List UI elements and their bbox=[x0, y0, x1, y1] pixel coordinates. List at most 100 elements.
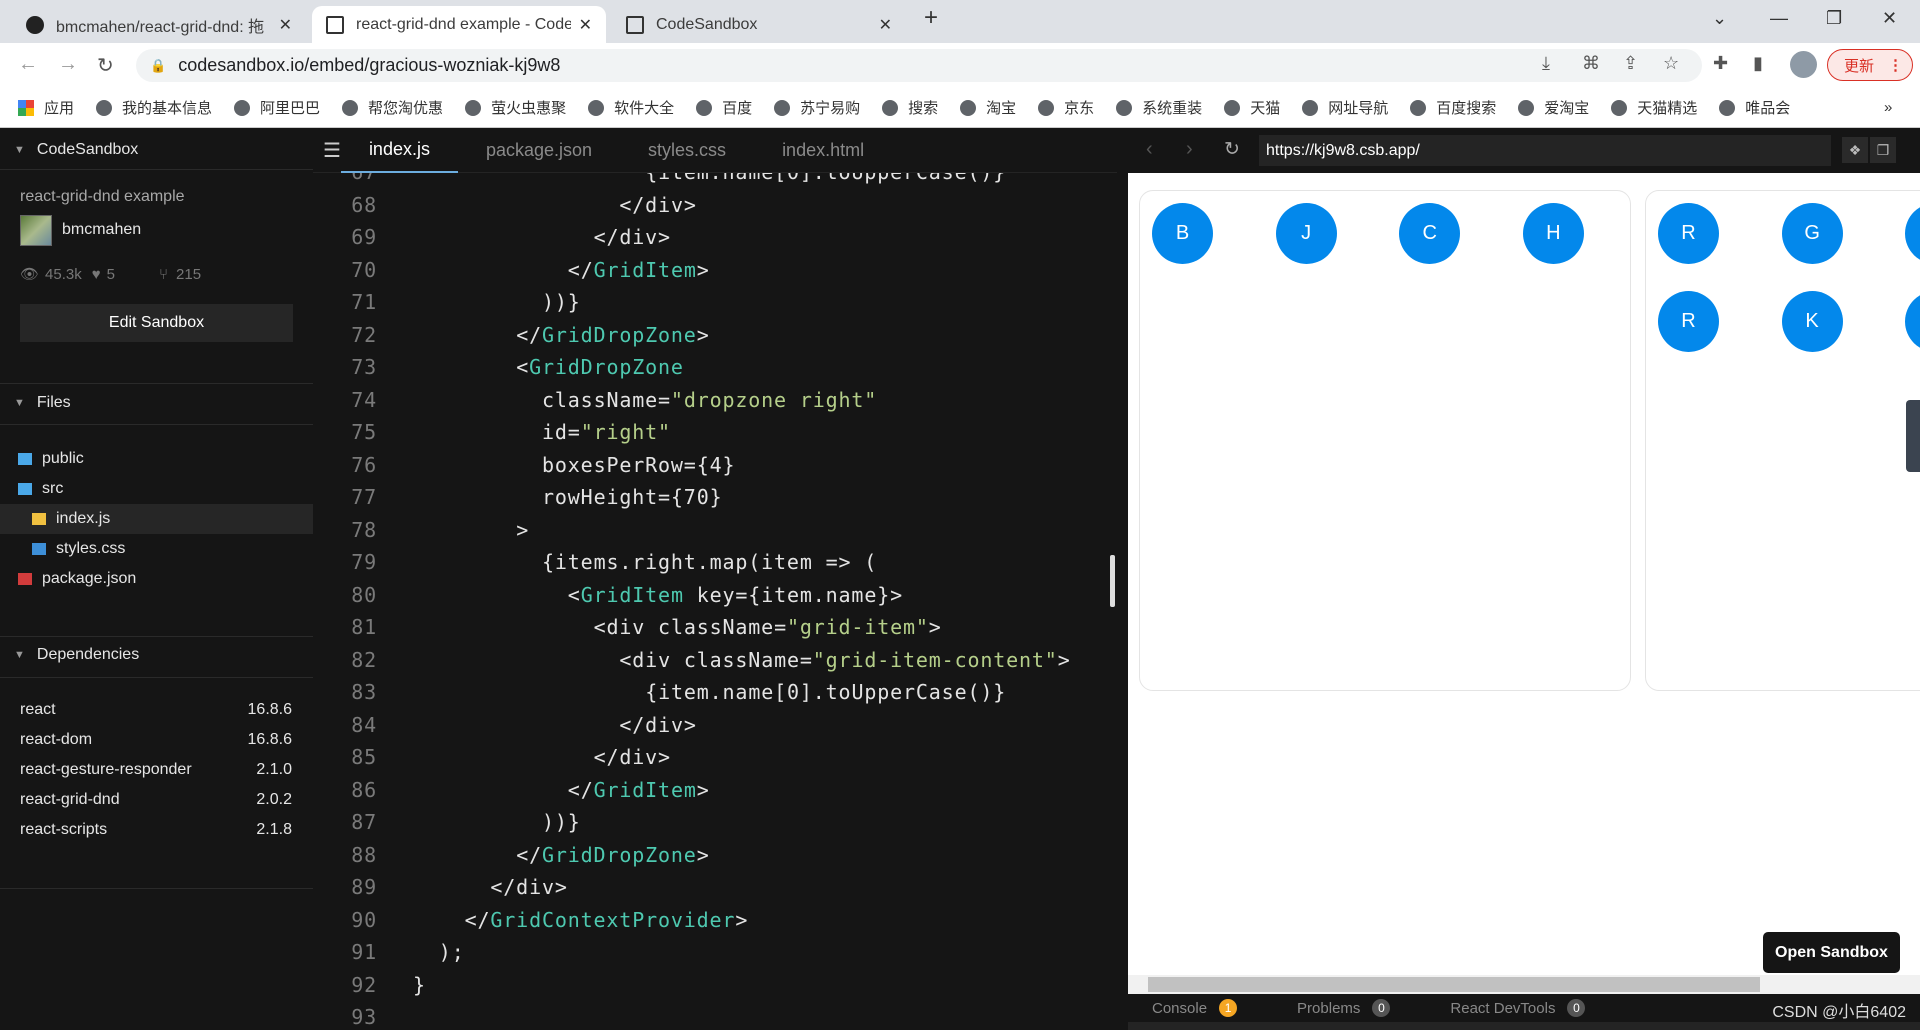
file-index-js[interactable]: index.js bbox=[0, 504, 313, 534]
update-button[interactable]: 更新 ⋮ bbox=[1827, 49, 1913, 81]
bookmark-item[interactable]: 我的基本信息 bbox=[96, 97, 212, 118]
grid-item[interactable] bbox=[1905, 203, 1920, 264]
minimize-button[interactable]: — bbox=[1770, 8, 1788, 29]
bookmark-item[interactable]: 系统重装 bbox=[1116, 97, 1202, 118]
grid-item[interactable] bbox=[1905, 291, 1920, 352]
reload-button[interactable]: ↻ bbox=[97, 53, 114, 78]
codesandbox-section-header[interactable]: ▼ CodeSandbox bbox=[0, 136, 313, 164]
browser-tab-sandbox-example[interactable]: react-grid-dnd example - Code ✕ bbox=[312, 6, 606, 43]
grid-item[interactable]: B bbox=[1152, 203, 1213, 264]
close-tab-icon[interactable]: ✕ bbox=[579, 15, 592, 35]
preview-forward-button[interactable]: › bbox=[1186, 138, 1193, 161]
code-token-tag: GridItem bbox=[593, 257, 697, 282]
new-tab-button[interactable]: + bbox=[924, 4, 938, 32]
codesandbox-logo-icon[interactable]: ❖ bbox=[1842, 137, 1868, 163]
dependency-row[interactable]: react-gesture-responder 2.1.0 bbox=[20, 761, 292, 779]
pane-resize-handle[interactable] bbox=[1110, 555, 1115, 607]
open-sandbox-button[interactable]: Open Sandbox bbox=[1763, 932, 1900, 973]
side-panel-icon[interactable]: ▮ bbox=[1753, 53, 1763, 74]
code-token-plain: < bbox=[567, 582, 581, 607]
grid-item[interactable]: K bbox=[1781, 291, 1843, 352]
code-line: 92} bbox=[313, 969, 1113, 1001]
close-window-button[interactable]: ✕ bbox=[1882, 8, 1897, 29]
file-styles-css[interactable]: styles.css bbox=[0, 534, 313, 564]
open-new-window-icon[interactable]: ❐ bbox=[1870, 137, 1896, 163]
bookmark-item[interactable]: 天猫精选 bbox=[1611, 97, 1697, 118]
preview-url-field[interactable]: https://kj9w8.csb.app/ bbox=[1259, 135, 1831, 166]
bookmark-item[interactable]: 京东 bbox=[1038, 97, 1094, 118]
bookmark-star-icon[interactable]: ☆ bbox=[1663, 53, 1679, 74]
bookmark-item[interactable]: 应用 bbox=[18, 97, 74, 118]
code-area[interactable]: 67{item.name[0].toUpperCase()}68</div>69… bbox=[313, 173, 1117, 1030]
code-text: ))} bbox=[542, 286, 581, 318]
restore-button[interactable]: ❐ bbox=[1826, 8, 1842, 29]
bookmark-item[interactable]: 淘宝 bbox=[960, 97, 1016, 118]
devtools-tab[interactable]: React DevTools 0 bbox=[1450, 999, 1586, 1017]
close-tab-icon[interactable]: ✕ bbox=[879, 15, 892, 35]
translate-icon[interactable]: ⌘ bbox=[1582, 53, 1600, 74]
file-package-json[interactable]: package.json bbox=[0, 564, 313, 594]
menu-icon[interactable]: ☰ bbox=[323, 138, 341, 163]
tab-search-chevron-icon[interactable]: ⌄ bbox=[1712, 8, 1727, 29]
bookmark-item[interactable]: 帮您淘优惠 bbox=[342, 97, 443, 118]
profile-avatar[interactable] bbox=[1790, 51, 1817, 78]
bookmark-item[interactable]: 网址导航 bbox=[1302, 97, 1388, 118]
grid-item[interactable]: G bbox=[1781, 203, 1843, 264]
dependencies-section-header[interactable]: ▼ Dependencies bbox=[0, 641, 313, 669]
bookmark-item[interactable]: 百度搜索 bbox=[1410, 97, 1496, 118]
bookmark-item[interactable]: 唯品会 bbox=[1719, 97, 1790, 118]
editor-tab[interactable]: index.js bbox=[340, 128, 458, 173]
preview-back-button[interactable]: ‹ bbox=[1146, 138, 1153, 161]
editor-tab[interactable]: package.json bbox=[458, 128, 620, 173]
dropzone-left[interactable]: B J CH bbox=[1139, 190, 1631, 691]
install-icon[interactable]: ⤓ bbox=[1542, 53, 1550, 74]
dropzone-right[interactable]: R G R K bbox=[1645, 190, 1920, 691]
file-src[interactable]: src bbox=[0, 474, 313, 504]
grid-item[interactable]: C bbox=[1399, 203, 1461, 264]
bookmark-item[interactable]: 萤火虫惠聚 bbox=[465, 97, 566, 118]
bookmark-item[interactable]: 天猫 bbox=[1224, 97, 1280, 118]
bookmark-item[interactable]: 阿里巴巴 bbox=[234, 97, 320, 118]
grid-item[interactable]: R bbox=[1658, 291, 1719, 352]
bookmark-item[interactable]: 百度 bbox=[696, 97, 752, 118]
line-number: 86 bbox=[351, 777, 377, 802]
back-button[interactable]: ← bbox=[18, 53, 38, 76]
dependency-row[interactable]: react-grid-dnd 2.0.2 bbox=[20, 791, 292, 809]
author-avatar[interactable] bbox=[20, 215, 52, 246]
bookmark-item[interactable]: 搜索 bbox=[882, 97, 938, 118]
horizontal-scrollbar[interactable] bbox=[1128, 975, 1920, 994]
code-text: </div> bbox=[594, 221, 671, 253]
share-icon[interactable]: ⇪ bbox=[1623, 53, 1638, 74]
extensions-icon[interactable]: ✚ bbox=[1713, 53, 1728, 74]
close-tab-icon[interactable]: ✕ bbox=[279, 15, 292, 35]
bookmark-item[interactable]: 软件大全 bbox=[588, 97, 674, 118]
fork-icon: ⑂ bbox=[159, 265, 169, 283]
file-public[interactable]: public bbox=[0, 444, 313, 474]
dependency-row[interactable]: react-scripts 2.1.8 bbox=[20, 821, 292, 839]
author-name[interactable]: bmcmahen bbox=[62, 221, 141, 239]
edit-sandbox-button[interactable]: Edit Sandbox bbox=[20, 304, 293, 342]
files-section-header[interactable]: ▼ Files bbox=[0, 389, 313, 417]
forward-button[interactable]: → bbox=[58, 53, 78, 76]
browser-tab-github[interactable]: bmcmahen/react-grid-dnd: 拖 ✕ bbox=[12, 6, 306, 43]
bookmark-label: 天猫精选 bbox=[1637, 100, 1698, 117]
scrollbar-thumb[interactable] bbox=[1148, 977, 1760, 992]
devtools-tab[interactable]: Console 1 bbox=[1152, 999, 1238, 1017]
bookmarks-bar: 应用 我的基本信息 阿里巴巴 帮您淘优惠 萤火虫惠聚 软件大全 百度 苏宁易购 搜索 淘宝 京东 系统… bbox=[0, 88, 1920, 128]
grid-item[interactable]: R bbox=[1658, 203, 1719, 264]
floating-widget-handle[interactable] bbox=[1906, 400, 1920, 472]
dependency-row[interactable]: react-dom 16.8.6 bbox=[20, 731, 292, 749]
bookmark-item[interactable]: 苏宁易购 bbox=[774, 97, 860, 118]
browser-tab-codesandbox[interactable]: CodeSandbox ✕ bbox=[612, 6, 906, 43]
grid-item[interactable]: H bbox=[1522, 203, 1584, 264]
dependency-row[interactable]: react 16.8.6 bbox=[20, 701, 292, 719]
devtools-tab[interactable]: Problems 0 bbox=[1297, 999, 1391, 1017]
editor-tab[interactable]: index.html bbox=[754, 128, 892, 173]
preview-refresh-button[interactable]: ↻ bbox=[1224, 138, 1240, 161]
url-bar[interactable]: 🔒 codesandbox.io/embed/gracious-wozniak-… bbox=[136, 49, 1702, 82]
bookmark-item[interactable]: 爱淘宝 bbox=[1518, 97, 1589, 118]
grid-item[interactable]: J bbox=[1275, 203, 1337, 264]
editor-tab[interactable]: styles.css bbox=[620, 128, 754, 173]
more-bookmarks-button[interactable]: » bbox=[1884, 99, 1892, 116]
code-text: boxesPerRow={4} bbox=[542, 449, 735, 481]
